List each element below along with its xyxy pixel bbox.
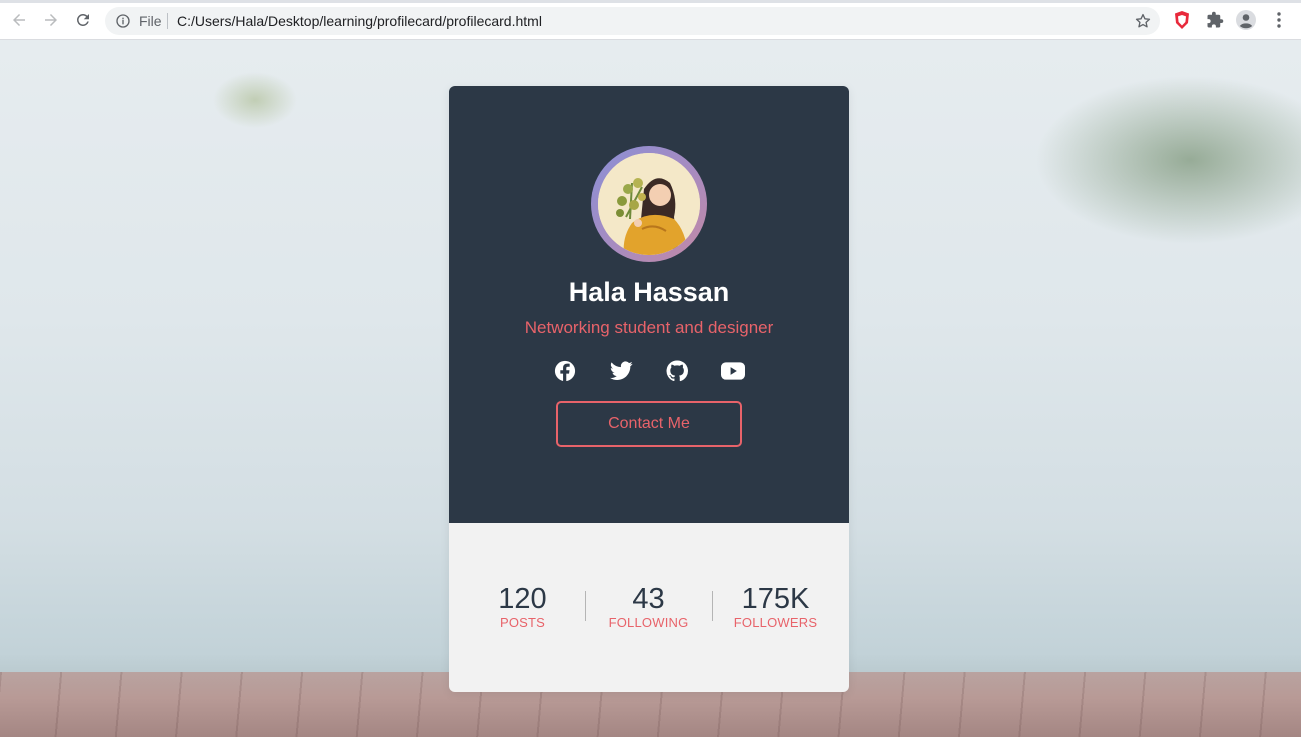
stat-followers: 175K FOLLOWERS xyxy=(712,583,839,631)
twitter-icon xyxy=(609,361,633,381)
reload-icon xyxy=(76,13,89,26)
stat-value: 43 xyxy=(632,583,665,615)
back-button[interactable] xyxy=(7,8,31,32)
stat-value: 120 xyxy=(498,583,547,615)
stat-label: FOLLOWERS xyxy=(733,615,818,630)
facebook-link[interactable] xyxy=(553,359,577,383)
stat-posts: 120 POSTS xyxy=(459,583,586,631)
brave-shield-button[interactable] xyxy=(1172,10,1192,30)
reload-button[interactable] xyxy=(71,8,95,32)
arrow-left-icon xyxy=(13,14,25,26)
facebook-icon xyxy=(554,360,576,382)
social-links xyxy=(449,359,849,383)
brave-shield-icon xyxy=(1175,11,1189,29)
stat-value: 175K xyxy=(741,583,810,615)
more-vertical-icon xyxy=(1277,12,1281,28)
profile-icon xyxy=(1236,10,1256,30)
avatar xyxy=(598,153,700,255)
contact-me-button[interactable]: Contact Me xyxy=(556,401,742,447)
extensions-button[interactable] xyxy=(1205,10,1225,30)
github-link[interactable] xyxy=(665,359,689,383)
forward-button[interactable] xyxy=(39,8,63,32)
stat-label: POSTS xyxy=(499,615,546,630)
profile-stats: 120 POSTS 43 FOLLOWING 175K FOLLOWERS xyxy=(449,583,849,643)
github-icon xyxy=(666,360,688,382)
info-icon[interactable] xyxy=(115,13,131,29)
stat-following: 43 FOLLOWING xyxy=(585,583,712,631)
twitter-link[interactable] xyxy=(609,359,633,383)
profile-name: Hala Hassan xyxy=(568,277,730,307)
browser-toolbar: File C:/Users/Hala/Desktop/learning/prof… xyxy=(0,0,1301,40)
youtube-icon xyxy=(721,362,745,380)
stat-label: FOLLOWING xyxy=(608,615,689,630)
menu-button[interactable] xyxy=(1269,10,1289,30)
youtube-link[interactable] xyxy=(721,359,745,383)
profile-card: Hala Hassan Networking student and desig… xyxy=(449,86,849,692)
avatar-ring xyxy=(591,146,707,262)
address-bar[interactable]: File C:/Users/Hala/Desktop/learning/prof… xyxy=(105,7,1160,35)
tab-strip xyxy=(0,0,1301,3)
star-icon[interactable] xyxy=(1134,12,1152,30)
profile-role: Networking student and designer xyxy=(524,318,774,337)
divider xyxy=(167,13,168,29)
card-header: Hala Hassan Networking student and desig… xyxy=(449,86,849,523)
puzzle-icon xyxy=(1207,11,1224,28)
avatar-illustration xyxy=(598,153,700,255)
arrow-right-icon xyxy=(45,14,57,26)
profile-button[interactable] xyxy=(1236,10,1256,30)
scheme-label: File xyxy=(139,13,162,29)
url-text[interactable]: C:/Users/Hala/Desktop/learning/profileca… xyxy=(177,14,542,28)
